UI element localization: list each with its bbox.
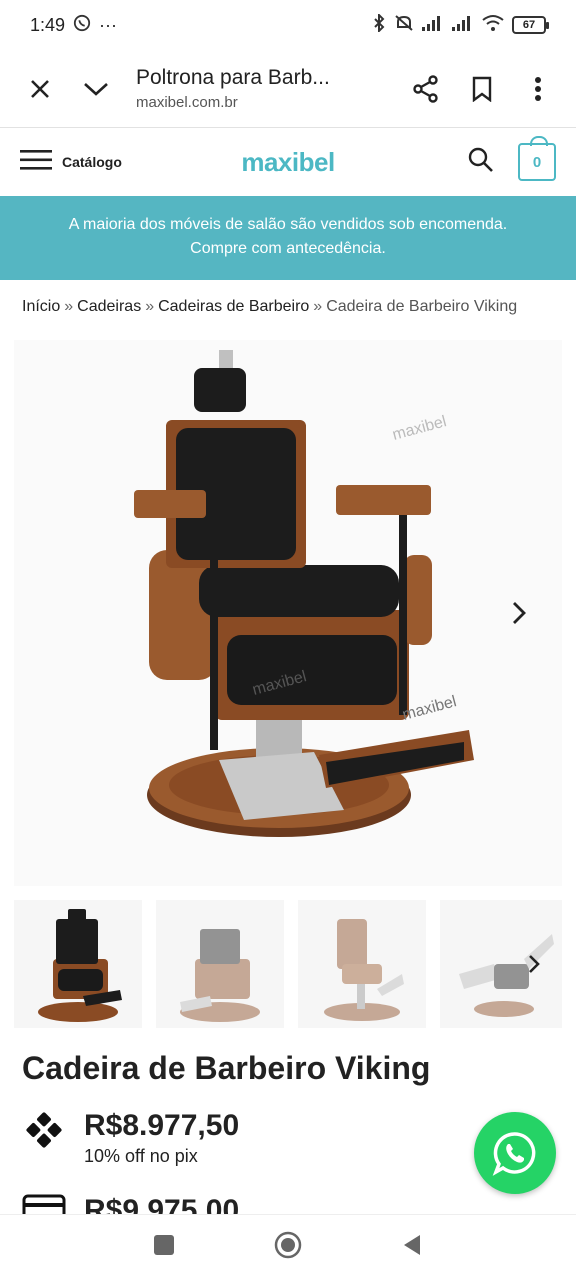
pix-price: R$8.977,50 (84, 1109, 240, 1142)
info-banner: A maioria dos móveis de salão são vendid… (0, 196, 576, 280)
product-main-image[interactable]: maxibel maxibel maxibel (14, 340, 562, 886)
battery-indicator: 67 (512, 16, 549, 34)
cart-icon[interactable]: 0 (518, 136, 556, 181)
status-bar: 1:49 ··· 67 (0, 0, 576, 50)
breadcrumb-separator: » (145, 298, 155, 315)
pix-discount-note: 10% off no pix (84, 1146, 198, 1166)
whatsapp-button[interactable] (474, 1112, 556, 1194)
site-logo[interactable]: maxibel (241, 147, 335, 178)
pix-icon (22, 1108, 66, 1157)
card-price: R$9.975,00 (84, 1194, 240, 1214)
chair-thumbnail (38, 909, 122, 1022)
page-title: Poltrona para Barb... (136, 66, 330, 89)
whatsapp-icon (492, 1132, 536, 1176)
url-block[interactable]: Poltrona para Barb... maxibel.com.br (124, 66, 398, 111)
browser-toolbar: Poltrona para Barb... maxibel.com.br (0, 50, 576, 128)
credit-card-icon (22, 1194, 66, 1214)
product-name: Cadeira de Barbeiro Viking (22, 1050, 431, 1086)
breadcrumb-link-barber-chairs[interactable]: Cadeiras de Barbeiro (158, 298, 309, 315)
system-nav-bar (0, 1214, 576, 1280)
back-icon[interactable] (402, 1234, 422, 1261)
share-icon[interactable] (398, 61, 454, 117)
chevron-right-icon[interactable] (520, 950, 548, 978)
thumbnail-3[interactable] (298, 900, 426, 1028)
thumbnail-carousel (14, 900, 562, 1028)
watermark: maxibel (401, 693, 459, 724)
recent-apps-icon[interactable] (154, 1235, 174, 1260)
page-domain: maxibel.com.br (136, 94, 238, 111)
thumbnail-2[interactable] (156, 900, 284, 1028)
breadcrumb-link-home[interactable]: Início (22, 298, 60, 315)
thumbnail-1[interactable] (14, 900, 142, 1028)
pix-price-row: R$8.977,50 10% off no pix (22, 1108, 239, 1167)
home-icon[interactable] (274, 1231, 302, 1264)
bluetooth-icon (372, 12, 386, 37)
hamburger-icon (20, 149, 52, 176)
card-price-row: R$9.975,00 (22, 1194, 239, 1214)
bookmark-icon[interactable] (454, 61, 510, 117)
status-time: 1:49 (30, 14, 66, 35)
cart-count: 0 (532, 153, 542, 171)
mute-icon (394, 14, 414, 37)
signal-icon-2 (452, 15, 474, 36)
banner-line-2: Compre com antecedência. (190, 240, 386, 257)
breadcrumb-link-chairs[interactable]: Cadeiras (77, 298, 141, 315)
chevron-right-icon[interactable] (504, 598, 534, 628)
chair-thumbnail (180, 929, 260, 1022)
site-header: Catálogo maxibel 0 (0, 128, 576, 196)
barber-chair-image: maxibel maxibel maxibel (134, 350, 474, 837)
catalog-menu-button[interactable]: Catálogo (20, 149, 122, 176)
banner-line-1: A maioria dos móveis de salão são vendid… (68, 216, 508, 233)
chair-thumbnail (324, 919, 404, 1021)
breadcrumb: Início» Cadeiras» Cadeiras de Barbeiro» Cad… (22, 298, 556, 316)
signal-icon (422, 15, 444, 36)
whatsapp-notification-icon (73, 14, 91, 37)
close-icon[interactable] (12, 61, 68, 117)
breadcrumb-separator: » (313, 298, 323, 315)
chevron-down-icon[interactable] (68, 61, 124, 117)
catalog-menu-label: Catálogo (62, 154, 122, 170)
watermark: maxibel (391, 413, 449, 444)
breadcrumb-current: Cadeira de Barbeiro Viking (326, 298, 518, 315)
search-icon[interactable] (468, 147, 494, 178)
more-vert-icon[interactable] (510, 61, 566, 117)
status-more: ··· (99, 14, 118, 35)
wifi-icon (482, 14, 504, 37)
breadcrumb-separator: » (64, 298, 74, 315)
